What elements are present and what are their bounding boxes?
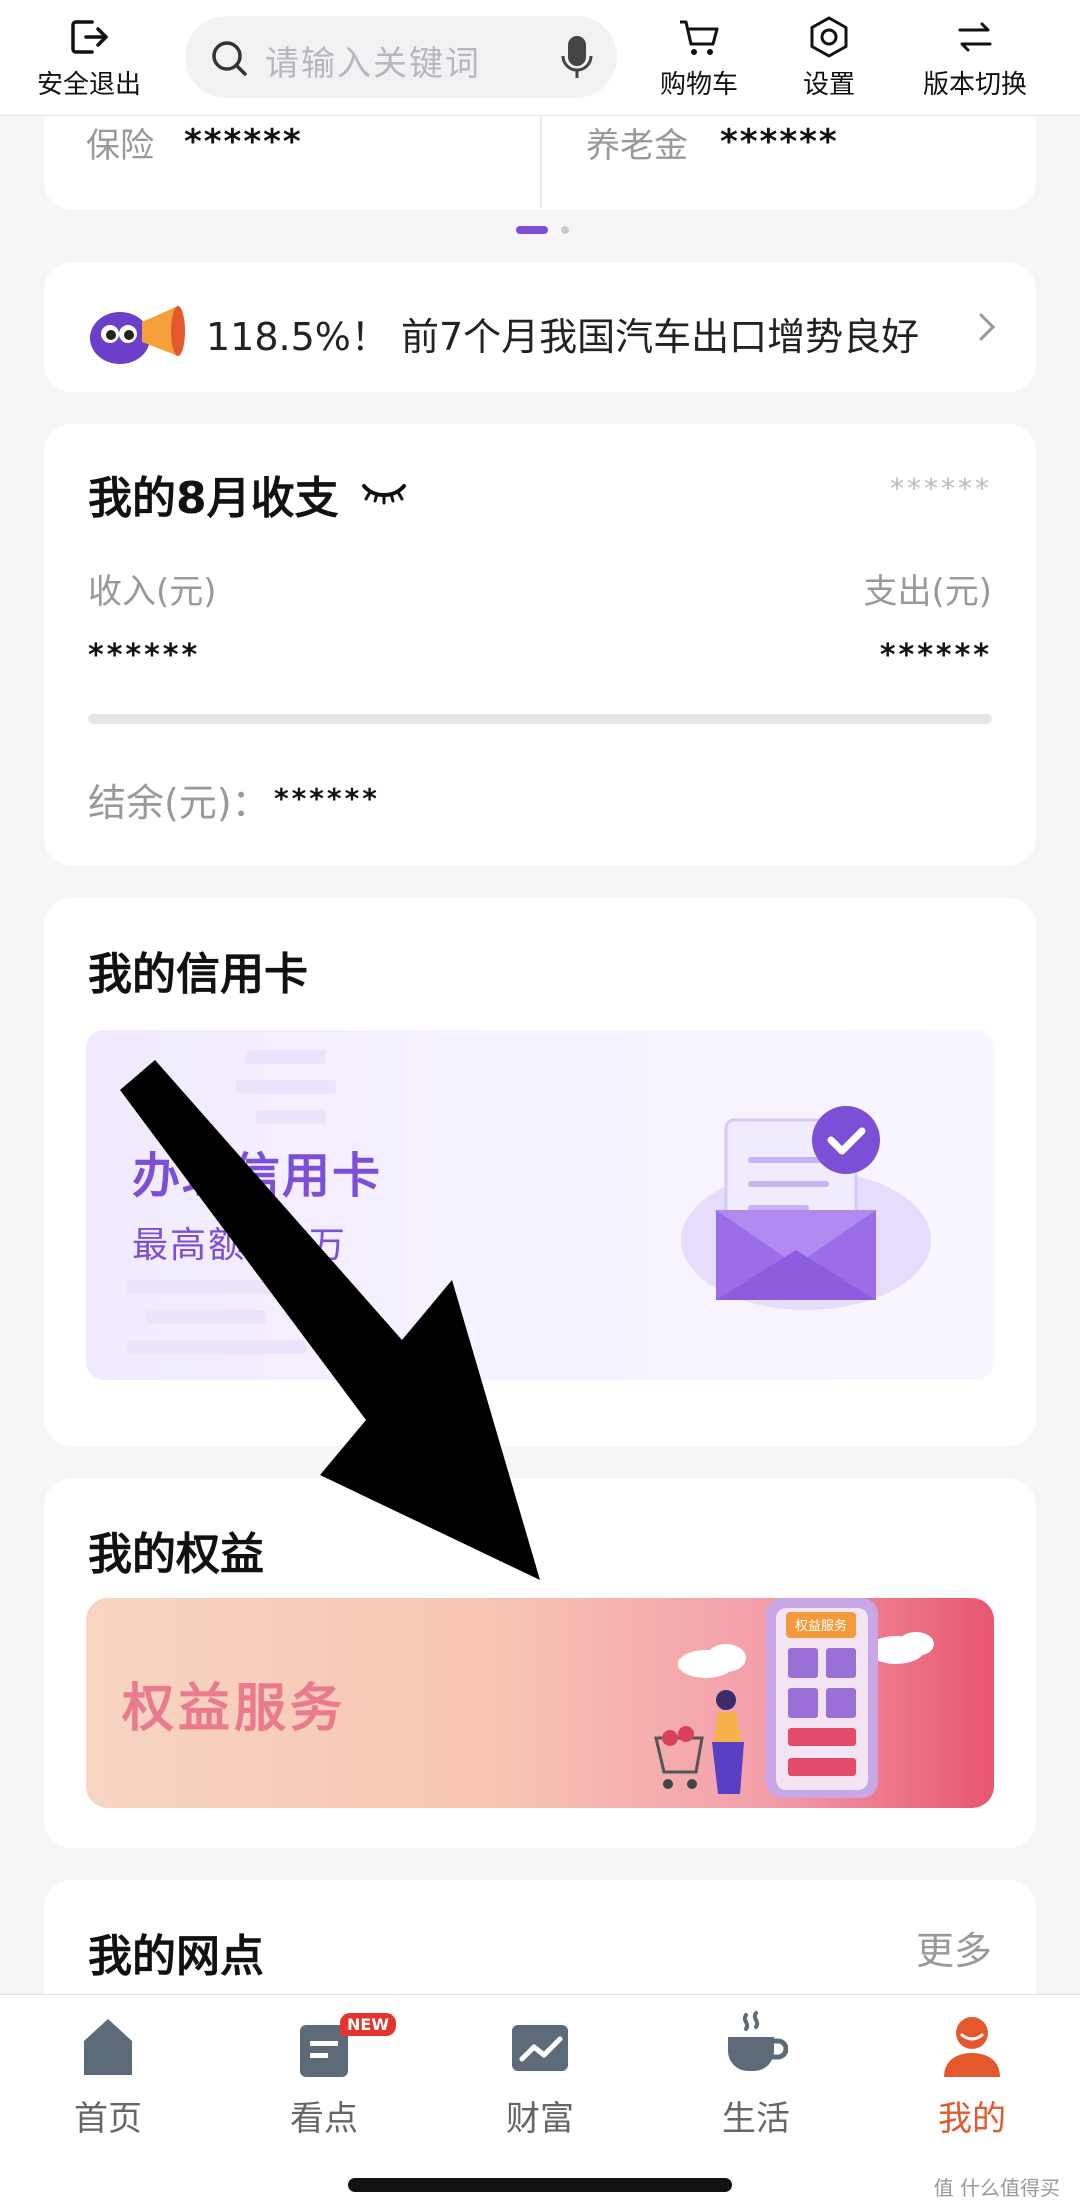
home-indicator: [348, 2178, 732, 2192]
branch-title: 我的网点: [88, 1931, 264, 1982]
insurance-label: 保险: [86, 126, 154, 166]
nav-wealth-label: 财富: [506, 2099, 574, 2139]
pension-value: ******: [720, 122, 839, 162]
news-headline: 118.5%！ 前7个月我国汽车出口增势良好: [206, 315, 920, 359]
logout-icon: [71, 20, 108, 54]
coffee-cup-icon: [728, 2011, 788, 2071]
indicator-dot: [561, 226, 570, 234]
trend-chart-icon: [512, 2025, 568, 2071]
branch-more-link[interactable]: 更多: [916, 1920, 992, 1975]
nav-home[interactable]: 首页: [28, 2011, 188, 2140]
balance-value: ******: [274, 782, 380, 815]
assets-summary-row: 保险 ****** 养老金 ******: [44, 116, 1036, 210]
search-placeholder: 请输入关键词: [265, 44, 481, 84]
news-banner[interactable]: 118.5%！ 前7个月我国汽车出口增势良好: [44, 262, 1036, 392]
credit-card-title: 我的信用卡: [88, 949, 308, 1000]
nav-life-label: 生活: [722, 2099, 790, 2139]
indicator-active: [516, 226, 548, 234]
shop-sign-text: 权益服务: [795, 1618, 847, 1634]
income-card-title: 我的8月收支: [88, 473, 339, 524]
annotation-arrow: [120, 1060, 540, 1580]
version-switch-button[interactable]: 版本切换: [900, 14, 1050, 101]
nav-life[interactable]: 生活: [676, 2011, 836, 2140]
divider: [540, 116, 542, 208]
megaphone-mascot-icon: [90, 306, 185, 364]
carousel-indicator: [516, 226, 570, 245]
settings-button[interactable]: 设置: [754, 14, 904, 101]
nav-highlights-label: 看点: [290, 2099, 358, 2139]
logout-button[interactable]: 安全退出: [14, 14, 164, 101]
gear-icon: [810, 16, 848, 58]
nav-mine-label: 我的: [938, 2099, 1006, 2139]
shopping-cart-icon: [680, 20, 719, 55]
nav-mine[interactable]: 我的: [892, 2011, 1052, 2140]
income-label: 收入(元): [88, 572, 217, 612]
settings-label: 设置: [802, 70, 855, 100]
top-bar: 安全退出 请输入关键词 购物车 设置 版本切换: [0, 0, 1080, 116]
pension-label: 养老金: [586, 126, 688, 166]
income-value: ******: [88, 638, 201, 673]
expense-value: ******: [879, 638, 992, 673]
nav-highlights[interactable]: NEW 看点: [244, 2011, 404, 2140]
shopping-illustration: 权益服务: [654, 1598, 934, 1798]
home-icon: [84, 2019, 132, 2075]
rights-service-banner[interactable]: 权益服务 权益服务: [86, 1598, 994, 1808]
balance-label: 结余(元)：: [88, 781, 270, 825]
microphone-icon[interactable]: [561, 34, 593, 80]
new-badge: NEW: [340, 2013, 396, 2036]
income-expense-bar: [88, 714, 992, 724]
search-icon: [212, 41, 247, 76]
total-masked: ******: [890, 472, 992, 505]
chevron-right-icon: [979, 313, 996, 341]
cart-label: 购物车: [659, 70, 738, 100]
monthly-income-expense-card[interactable]: 我的8月收支 ****** 收入(元) 支出(元) ****** ****** …: [44, 424, 1036, 866]
version-switch-label: 版本切换: [922, 70, 1027, 100]
search-bar[interactable]: 请输入关键词: [185, 16, 617, 98]
watermark: 值 什么值得买: [933, 2176, 1060, 2200]
envelope-check-icon: [681, 1106, 931, 1310]
eye-closed-icon[interactable]: [360, 480, 408, 506]
switch-icon: [958, 22, 992, 52]
logout-label: 安全退出: [36, 70, 141, 100]
nav-home-label: 首页: [74, 2099, 142, 2139]
cart-button[interactable]: 购物车: [624, 14, 774, 101]
nav-wealth[interactable]: 财富: [460, 2011, 620, 2140]
insurance-value: ******: [184, 122, 303, 162]
expense-label: 支出(元): [863, 572, 992, 612]
user-profile-icon: [944, 2017, 1000, 2077]
rights-banner-title: 权益服务: [122, 1679, 347, 1739]
